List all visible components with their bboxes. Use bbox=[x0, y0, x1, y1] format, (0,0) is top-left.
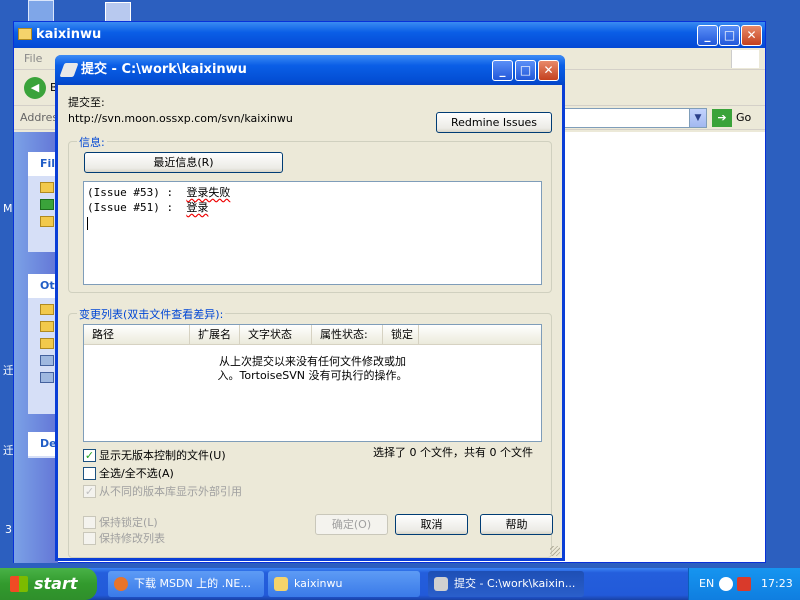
minimize-button[interactable]: _ bbox=[697, 25, 718, 46]
message-line: (Issue #53) : 登录失败 bbox=[87, 186, 231, 199]
message-group: 信息: 最近信息(R) (Issue #53) : 登录失败 (Issue #5… bbox=[68, 134, 552, 293]
resize-grip[interactable] bbox=[550, 546, 560, 556]
maximize-button[interactable]: □ bbox=[515, 60, 536, 81]
panel-header[interactable]: Oth bbox=[28, 274, 62, 298]
close-button[interactable]: ✕ bbox=[538, 60, 559, 81]
maximize-button[interactable]: □ bbox=[719, 25, 740, 46]
checkbox-empty bbox=[83, 531, 96, 545]
start-button[interactable]: start bbox=[0, 568, 97, 600]
dialog-titlebar[interactable]: 提交 - C:\work\kaixinwu _ □ ✕ bbox=[55, 55, 565, 85]
dialog-title: 提交 - C:\work\kaixinwu bbox=[81, 62, 247, 77]
column-property-status[interactable]: 属性状态: bbox=[312, 325, 383, 345]
file-tasks-panel: File bbox=[28, 152, 63, 252]
tortoisesvn-icon bbox=[59, 63, 79, 77]
explorer-titlebar[interactable]: kaixinwu _ □ ✕ bbox=[14, 22, 765, 48]
taskbar-item-browser[interactable]: 下载 MSDN 上的 .NE... bbox=[108, 571, 264, 597]
recent-messages-button[interactable]: 最近信息(R) bbox=[84, 152, 283, 173]
select-all-checkbox[interactable]: 全选/全不选(A) bbox=[83, 465, 174, 481]
antivirus-icon[interactable] bbox=[737, 577, 751, 591]
folder-icon bbox=[40, 304, 54, 315]
taskbar-item-explorer[interactable]: kaixinwu bbox=[268, 571, 420, 597]
empty-list-message: 从上次提交以来没有任何文件修改或加 入。TortoiseSVN 没有可执行的操作… bbox=[217, 355, 408, 382]
chevron-down-icon[interactable]: ▼ bbox=[689, 109, 706, 127]
network-icon bbox=[40, 372, 54, 383]
computer-icon bbox=[40, 355, 54, 366]
windows-logo-icon bbox=[731, 50, 759, 68]
go-arrow-icon[interactable]: ➔ bbox=[712, 109, 732, 127]
explorer-title: kaixinwu bbox=[36, 27, 102, 42]
keep-locks-checkbox[interactable]: 保持锁定(L) bbox=[83, 514, 158, 530]
desktop-icon-label: M bbox=[3, 202, 13, 215]
panel-header[interactable]: De bbox=[28, 432, 58, 456]
desktop-icon-label: 3 bbox=[5, 523, 12, 536]
changes-list[interactable]: 路径 扩展名 文字状态 属性状态: 锁定 从上次提交以来没有任何文件修改或加 入… bbox=[83, 324, 542, 442]
explorer-task-pane: File Oth De bbox=[14, 132, 63, 563]
system-tray: EN 17:23 bbox=[688, 568, 800, 600]
panel-header[interactable]: File bbox=[28, 152, 63, 176]
folder-icon bbox=[274, 577, 288, 591]
go-button[interactable]: Go bbox=[736, 111, 751, 124]
menu-file[interactable]: File bbox=[24, 52, 42, 65]
checkmark-icon: ✓ bbox=[83, 448, 96, 462]
commit-dialog: 提交 - C:\work\kaixinwu _ □ ✕ 提交至: http://… bbox=[55, 55, 565, 561]
redmine-issues-button[interactable]: Redmine Issues bbox=[436, 112, 552, 133]
share-icon bbox=[40, 216, 54, 227]
close-button[interactable]: ✕ bbox=[741, 25, 762, 46]
checkmark-icon: ✓ bbox=[83, 484, 96, 498]
documents-icon bbox=[40, 321, 54, 332]
checkbox-empty bbox=[83, 466, 96, 480]
firefox-icon bbox=[114, 577, 128, 591]
back-arrow-icon[interactable]: ◀ bbox=[24, 77, 46, 99]
details-panel: De bbox=[28, 432, 58, 458]
other-places-panel: Oth bbox=[28, 274, 62, 414]
message-line: (Issue #51) : 登录 bbox=[87, 201, 209, 214]
column-lock[interactable]: 锁定 bbox=[383, 325, 419, 345]
cancel-button[interactable]: 取消 bbox=[395, 514, 468, 535]
folder-icon bbox=[40, 338, 54, 349]
publish-icon bbox=[40, 199, 54, 210]
tortoisesvn-icon bbox=[434, 577, 448, 591]
folder-icon bbox=[18, 28, 32, 40]
text-caret bbox=[87, 217, 88, 230]
message-editor[interactable]: (Issue #53) : 登录失败 (Issue #51) : 登录 bbox=[83, 181, 542, 285]
minimize-button[interactable]: _ bbox=[492, 60, 513, 81]
show-externals-checkbox[interactable]: ✓ 从不同的版本库显示外部引用 bbox=[83, 483, 242, 499]
commit-to-label: 提交至: bbox=[68, 96, 105, 109]
ok-button[interactable]: 确定(O) bbox=[315, 514, 388, 535]
windows-flag-icon bbox=[10, 576, 28, 592]
address-input[interactable]: ▼ bbox=[564, 108, 707, 128]
taskbar-item-commit[interactable]: 提交 - C:\work\kaixin... bbox=[428, 571, 584, 597]
folder-icon bbox=[40, 182, 54, 193]
message-group-label: 信息: bbox=[77, 134, 107, 150]
column-path[interactable]: 路径 bbox=[84, 325, 190, 345]
chevron-left-icon[interactable] bbox=[719, 577, 733, 591]
changes-group-label: 变更列表(双击文件查看差异): bbox=[77, 306, 226, 322]
checkbox-empty bbox=[83, 515, 96, 529]
help-button[interactable]: 帮助 bbox=[480, 514, 553, 535]
clock[interactable]: 17:23 bbox=[761, 577, 793, 590]
show-unversioned-checkbox[interactable]: ✓ 显示无版本控制的文件(U) bbox=[83, 447, 226, 463]
language-indicator[interactable]: EN bbox=[699, 577, 714, 590]
column-text-status[interactable]: 文字状态 bbox=[240, 325, 312, 345]
keep-changelists-checkbox[interactable]: 保持修改列表 bbox=[83, 530, 165, 546]
column-extension[interactable]: 扩展名 bbox=[190, 325, 240, 345]
repository-url: http://svn.moon.ossxp.com/svn/kaixinwu bbox=[68, 112, 293, 125]
changes-group: 变更列表(双击文件查看差异): 路径 扩展名 文字状态 属性状态: 锁定 从上次… bbox=[68, 306, 553, 558]
address-label: Addres bbox=[20, 111, 59, 124]
selection-status: 选择了 0 个文件，共有 0 个文件 bbox=[373, 446, 533, 459]
list-header: 路径 扩展名 文字状态 属性状态: 锁定 bbox=[84, 325, 541, 345]
taskbar: start 下载 MSDN 上的 .NE... kaixinwu 提交 - C:… bbox=[0, 568, 800, 600]
